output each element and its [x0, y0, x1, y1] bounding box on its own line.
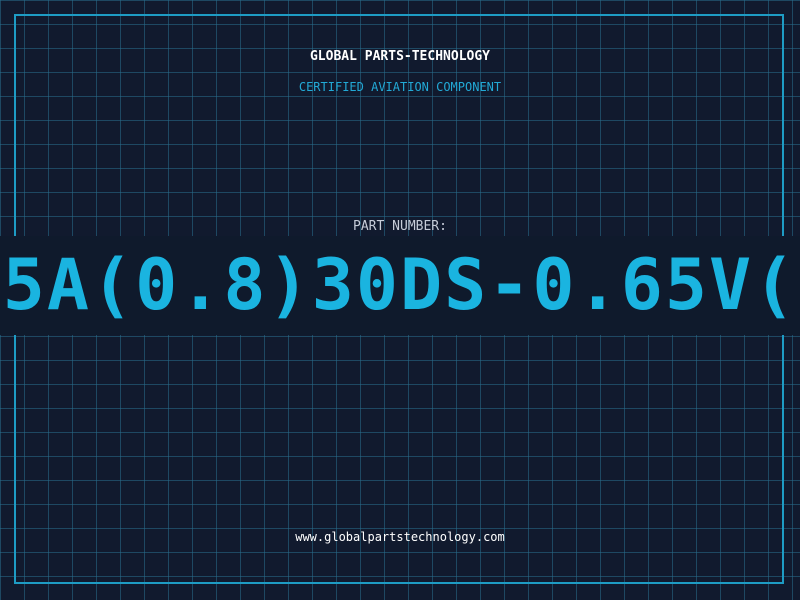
part-number-value: 1.5A(0.8)30DS-0.65V(1)	[0, 244, 800, 326]
website-url[interactable]: www.globalpartstechnology.com	[0, 530, 800, 544]
company-name: GLOBAL PARTS-TECHNOLOGY	[309, 49, 490, 64]
certification-subtitle: CERTIFIED AVIATION COMPONENT	[298, 80, 502, 94]
part-number-band: 1.5A(0.8)30DS-0.65V(1)	[0, 236, 800, 335]
certificate-card: GLOBAL PARTS-TECHNOLOGY CERTIFIED AVIATI…	[0, 0, 800, 600]
part-number-label: PART NUMBER:	[353, 219, 447, 234]
